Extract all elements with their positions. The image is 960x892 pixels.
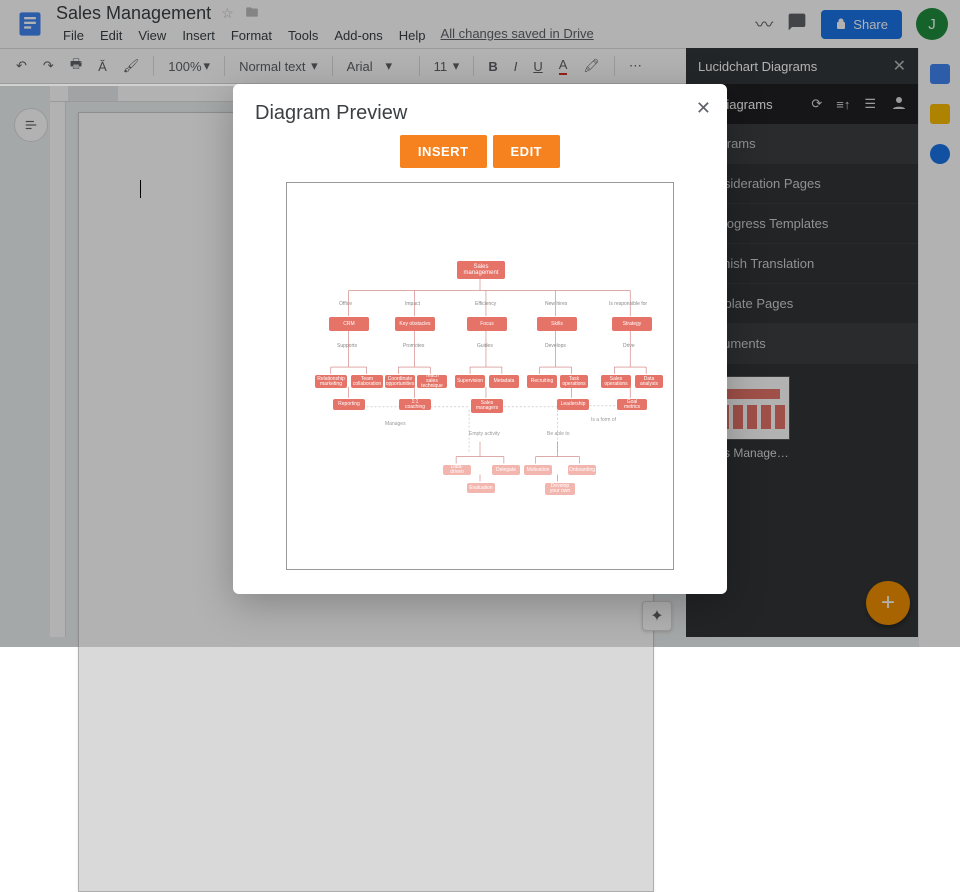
diagram-node: Data analysis <box>635 375 663 388</box>
diagram-node: Sales operations <box>601 375 631 388</box>
edge-label: Empty activity <box>469 431 500 437</box>
edge-label: New hires <box>545 301 567 307</box>
diagram-node: Evaluation <box>467 483 495 493</box>
diagram-node: Skills <box>537 317 577 331</box>
diagram-node: 1:1 coaching <box>399 399 431 410</box>
diagram-node: CRM <box>329 317 369 331</box>
diagram-node: Key obstacles <box>395 317 435 331</box>
diagram-node: Recruiting <box>527 375 557 388</box>
insert-button[interactable]: INSERT <box>400 135 487 168</box>
diagram-node: Relationship marketing <box>315 375 347 388</box>
edge-label: Is a form of <box>591 417 616 423</box>
diagram-node: Teach sales technique <box>417 375 447 388</box>
diagram-node: Focus <box>467 317 507 331</box>
modal-title: Diagram Preview <box>255 102 705 125</box>
diagram-node: Supervision <box>455 375 485 388</box>
edge-label: Develops <box>545 343 566 349</box>
edge-label: Guides <box>477 343 493 349</box>
diagram-node: Data-driven <box>443 465 471 475</box>
diagram-preview: Sales management Office Impact Efficienc… <box>286 182 674 570</box>
diagram-node: Strategy <box>612 317 652 331</box>
modal-close-icon[interactable]: ✕ <box>696 98 711 119</box>
edge-label: Promotes <box>403 343 424 349</box>
diagram-node: Sales managers <box>471 399 503 413</box>
edge-label: Is responsible for <box>609 301 647 307</box>
diagram-node: Reporting <box>333 399 365 410</box>
diagram-node: Coordinate opportunities <box>385 375 415 388</box>
edit-button[interactable]: EDIT <box>493 135 561 168</box>
diagram-preview-modal: Diagram Preview ✕ INSERT EDIT 👆 <box>233 84 727 594</box>
diagram-node: Develop your own <box>545 483 575 495</box>
edge-label: Be able to <box>547 431 570 437</box>
modal-backdrop: Diagram Preview ✕ INSERT EDIT 👆 <box>0 0 960 647</box>
diagram-node: Delegate <box>492 465 520 475</box>
edge-label: Drive <box>623 343 635 349</box>
edge-label: Manages <box>385 421 406 427</box>
edge-label: Efficiency <box>475 301 496 307</box>
diagram-node: Leadership <box>557 399 589 410</box>
diagram-node: Goal metrics <box>617 399 647 410</box>
diagram-node: Motivation <box>524 465 552 475</box>
diagram-node: Sales management <box>457 261 505 279</box>
edge-label: Supports <box>337 343 357 349</box>
diagram-node: Onboarding <box>568 465 596 475</box>
edge-label: Office <box>339 301 352 307</box>
diagram-node: Team collaboration <box>351 375 383 388</box>
diagram-node: Task operations <box>560 375 588 388</box>
diagram-node: Metadata <box>489 375 519 388</box>
edge-label: Impact <box>405 301 420 307</box>
